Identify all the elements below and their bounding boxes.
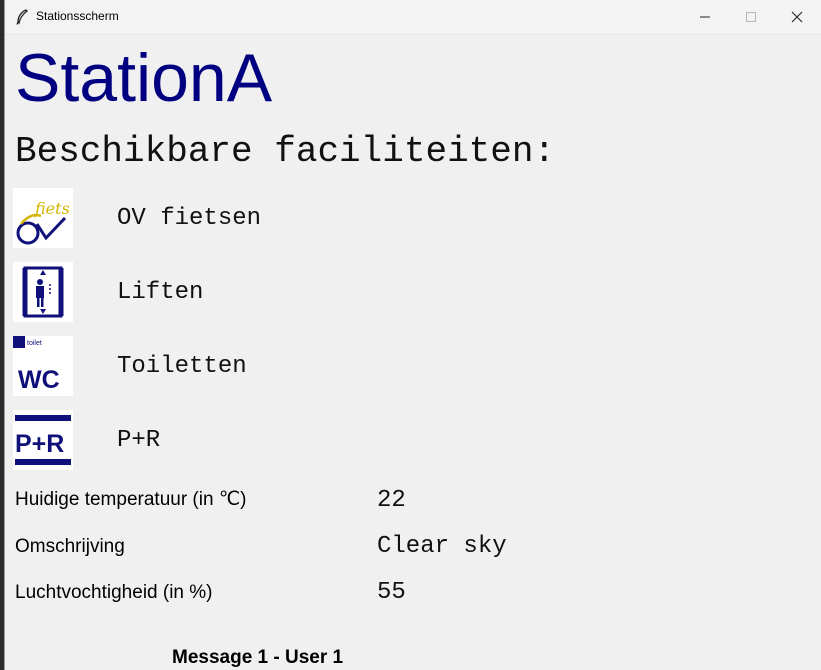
facility-label-ov-fietsen: OV fietsen (117, 205, 262, 232)
park-and-ride-icon: P+R (13, 410, 73, 470)
title-bar[interactable]: Stationsscherm (5, 0, 821, 35)
temperature-value: 22 (377, 487, 406, 514)
description-value: Clear sky (377, 533, 507, 560)
maximize-icon (746, 12, 756, 22)
elevator-icon (13, 262, 73, 322)
minimize-icon (700, 16, 710, 18)
window-title: Stationsscherm (36, 9, 119, 23)
feather-icon (16, 9, 28, 25)
facility-label-liften: Liften (117, 279, 204, 306)
app-window: Stationsscherm StationA Beschikbare faci… (4, 0, 821, 670)
humidity-value: 55 (377, 579, 406, 606)
station-name: StationA (15, 40, 273, 116)
svg-text:P+R: P+R (15, 430, 64, 458)
minimize-button[interactable] (682, 0, 728, 34)
facility-label-p-r: P+R (117, 427, 161, 454)
message-text: Message 1 - User 1 (172, 647, 344, 668)
description-label: Omschrijving (15, 536, 125, 557)
maximize-button[interactable] (728, 0, 774, 34)
facilities-heading: Beschikbare faciliteiten: (15, 131, 556, 172)
humidity-label: Luchtvochtigheid (in %) (15, 582, 213, 603)
toilet-icon: toilet WC (13, 336, 73, 396)
ov-fiets-icon: fiets (13, 188, 73, 248)
temperature-label: Huidige temperatuur (in ℃) (15, 489, 247, 510)
svg-text:toilet: toilet (27, 340, 42, 347)
close-icon (791, 11, 803, 23)
close-button[interactable] (774, 0, 820, 34)
facility-label-toiletten: Toiletten (117, 353, 247, 380)
svg-text:WC: WC (18, 366, 60, 394)
